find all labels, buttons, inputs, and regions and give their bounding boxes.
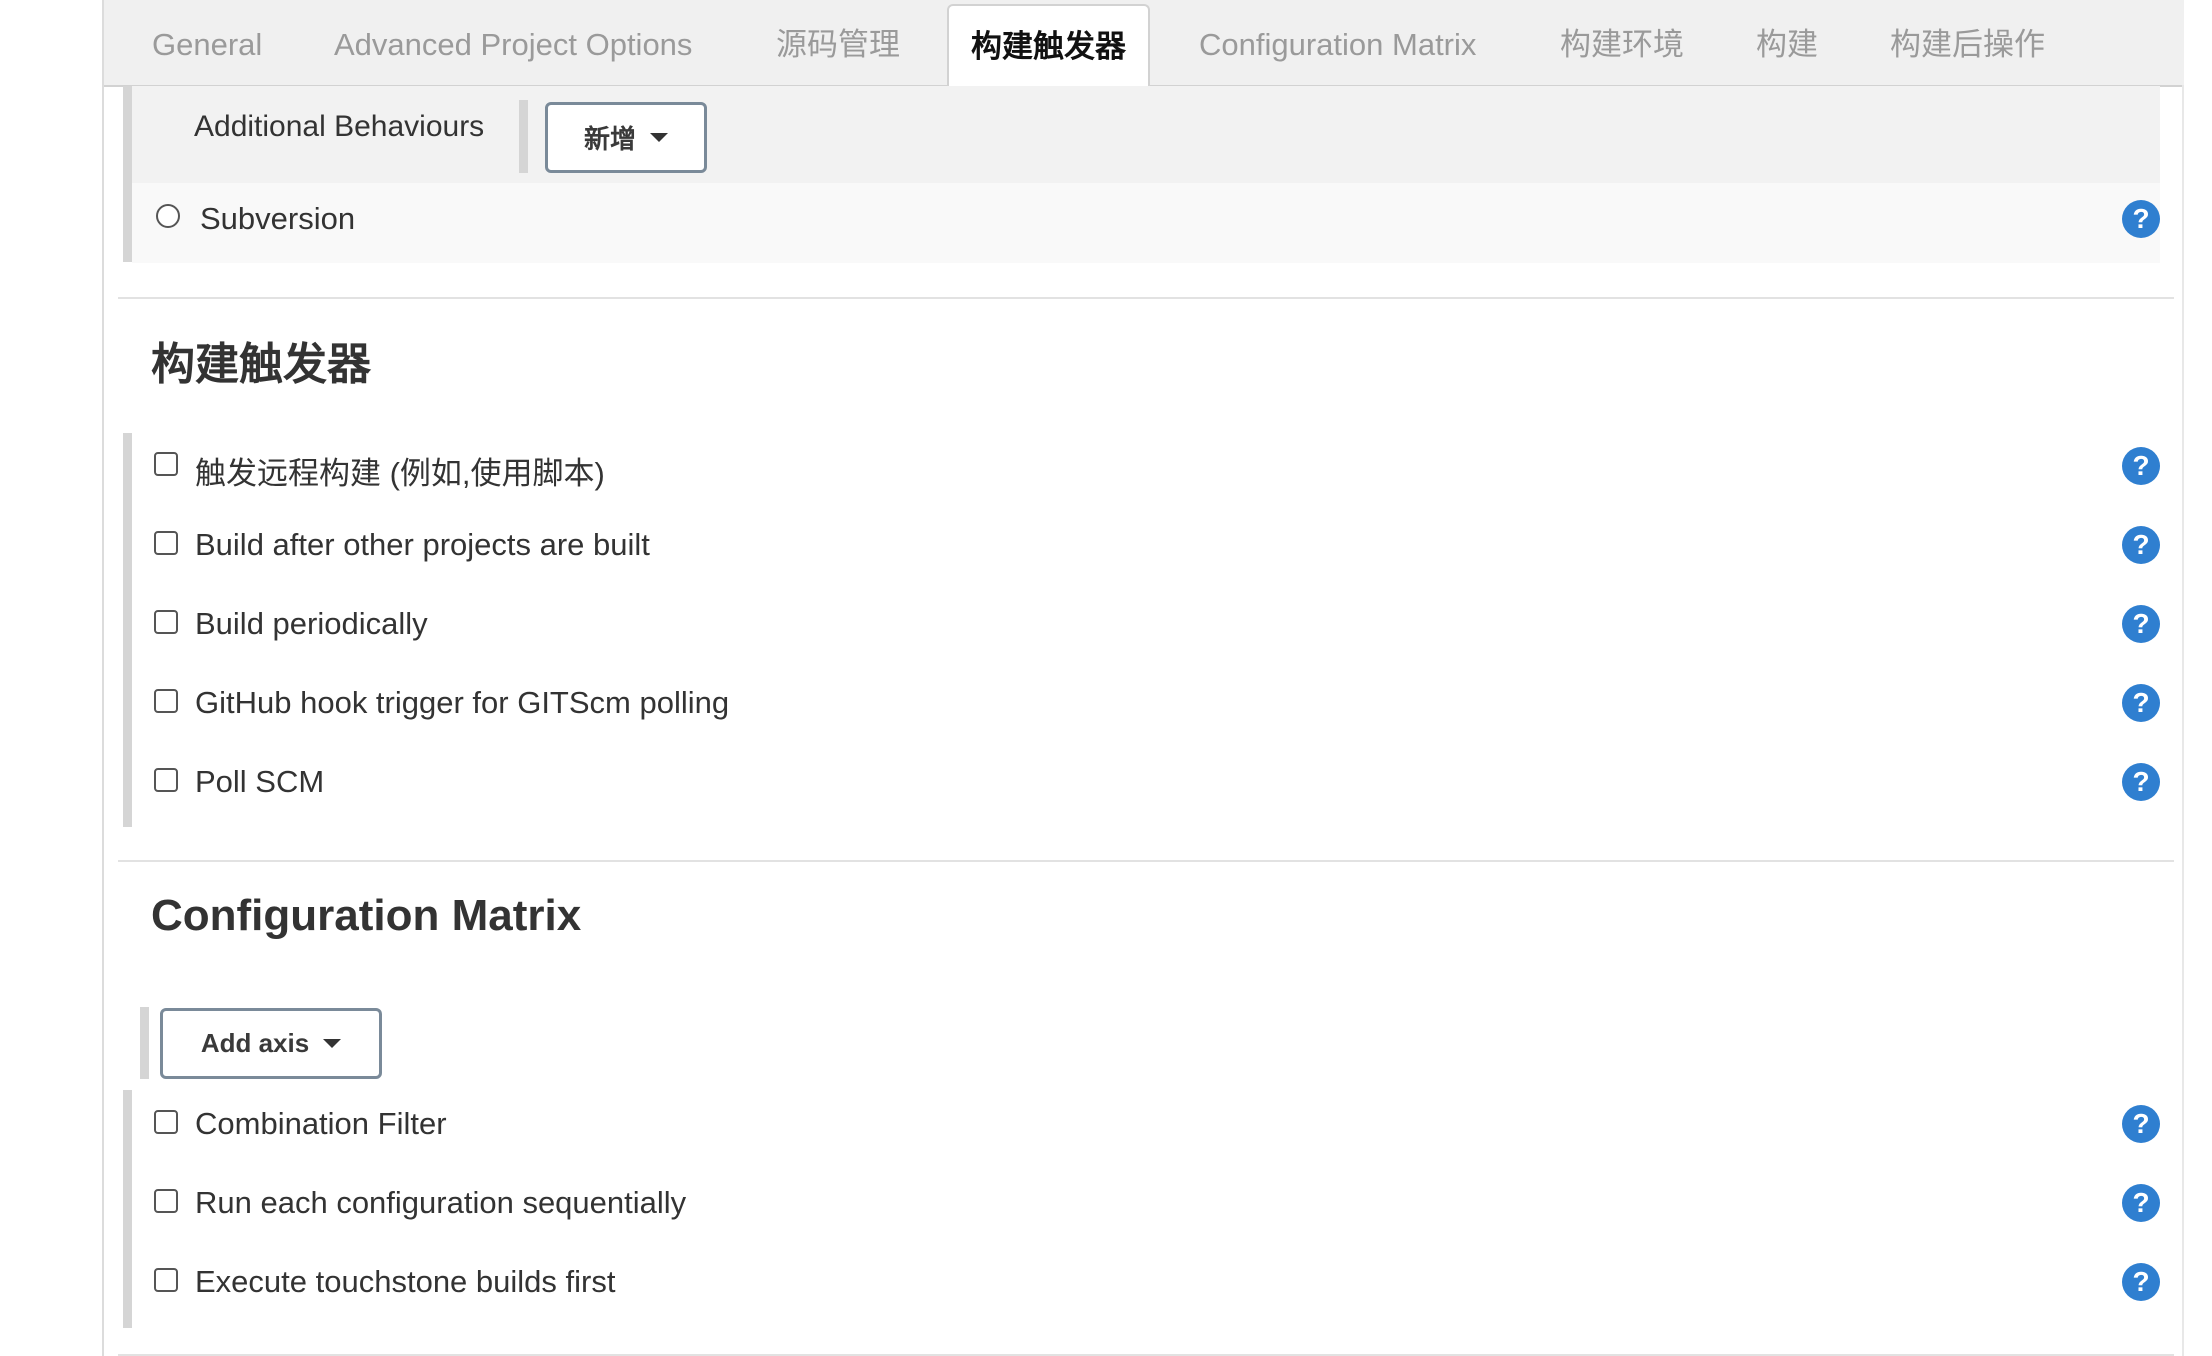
help-icon[interactable]: ?: [2122, 447, 2160, 485]
build-triggers-heading: 构建触发器: [151, 340, 371, 389]
trigger-remote-checkbox[interactable]: [154, 452, 178, 476]
combination-filter-label: Combination Filter: [195, 1106, 447, 1141]
build-after-other-projects-checkbox[interactable]: [154, 531, 178, 555]
help-icon[interactable]: ?: [2122, 526, 2160, 564]
github-hook-trigger-checkbox[interactable]: [154, 689, 178, 713]
trigger-remote-label: 触发远程构建 (例如,使用脚本): [195, 456, 605, 491]
matrix-section-bar: [123, 1090, 132, 1328]
add-behaviour-button-label: 新增: [583, 124, 636, 154]
add-axis-button-label: Add axis: [200, 1028, 310, 1058]
build-periodically-checkbox[interactable]: [154, 610, 178, 634]
run-sequentially-label: Run each configuration sequentially: [195, 1185, 687, 1220]
config-tab-bar: General Advanced Project Options 源码管理 构建…: [104, 0, 2184, 88]
help-icon[interactable]: ?: [2122, 1184, 2160, 1222]
tab-source-code-management[interactable]: 源码管理: [776, 0, 900, 85]
section-divider: [118, 860, 2174, 862]
help-icon[interactable]: ?: [2122, 605, 2160, 643]
help-icon[interactable]: ?: [2122, 1105, 2160, 1143]
chevron-down-icon: [323, 1039, 342, 1048]
touchstone-builds-label: Execute touchstone builds first: [195, 1264, 616, 1299]
run-sequentially-checkbox[interactable]: [154, 1189, 178, 1213]
page-left-border: [102, 0, 104, 1356]
behaviours-separator: [519, 100, 528, 173]
configuration-matrix-heading: Configuration Matrix: [151, 891, 582, 940]
additional-behaviours-label: Additional Behaviours: [194, 110, 485, 143]
help-icon[interactable]: ?: [2122, 684, 2160, 722]
combination-filter-checkbox[interactable]: [154, 1110, 178, 1134]
subversion-row: Subversion: [132, 183, 2160, 263]
section-divider: [118, 297, 2174, 299]
chevron-down-icon: [650, 133, 668, 142]
poll-scm-label: Poll SCM: [195, 764, 325, 799]
github-hook-trigger-label: GitHub hook trigger for GITScm polling: [195, 685, 730, 720]
scm-section-bar: [123, 86, 132, 262]
build-periodically-label: Build periodically: [195, 606, 428, 641]
content-right-border: [2182, 85, 2184, 1356]
help-icon[interactable]: ?: [2122, 200, 2160, 238]
tab-general[interactable]: General: [152, 0, 262, 85]
add-axis-button[interactable]: Add axis: [160, 1008, 382, 1079]
touchstone-builds-checkbox[interactable]: [154, 1268, 178, 1292]
tab-build[interactable]: 构建: [1756, 0, 1818, 85]
tab-build-triggers[interactable]: 构建触发器: [947, 4, 1150, 88]
tab-build-environment[interactable]: 构建环境: [1560, 0, 1684, 85]
subversion-radio[interactable]: [156, 204, 180, 228]
add-behaviour-button[interactable]: 新增: [545, 102, 707, 173]
help-icon[interactable]: ?: [2122, 1263, 2160, 1301]
tab-post-build-actions[interactable]: 构建后操作: [1890, 0, 2045, 85]
tab-configuration-matrix[interactable]: Configuration Matrix: [1199, 0, 1476, 85]
triggers-section-bar: [123, 433, 132, 827]
build-after-other-projects-label: Build after other projects are built: [195, 527, 650, 562]
poll-scm-checkbox[interactable]: [154, 768, 178, 792]
help-icon[interactable]: ?: [2122, 763, 2160, 801]
additional-behaviours-row: Additional Behaviours 新增: [132, 86, 2160, 183]
subversion-label: Subversion: [200, 201, 356, 236]
tab-advanced-project-options[interactable]: Advanced Project Options: [334, 0, 692, 85]
add-axis-bar: [140, 1007, 149, 1079]
